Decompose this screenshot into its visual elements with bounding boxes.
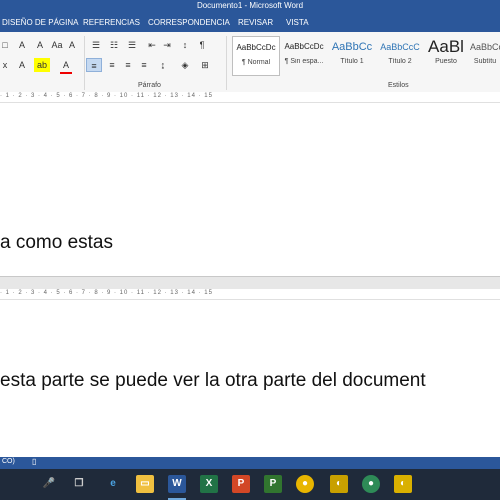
numbering-icon[interactable]: ☷: [106, 38, 122, 52]
record-macro-icon[interactable]: ▯: [32, 457, 36, 466]
ruler-marks: · 1 · 2 · 3 · 4 · 5 · 6 · 7 · 8 · 9 · 10…: [0, 93, 213, 99]
powerpoint-icon[interactable]: P: [232, 475, 250, 493]
file-explorer-icon[interactable]: ▭: [136, 475, 154, 493]
tab-referencias[interactable]: REFERENCIAS: [83, 18, 140, 27]
text-effects-icon[interactable]: A: [16, 58, 28, 72]
style-titulo-1[interactable]: AaBbCc Título 1: [328, 36, 376, 76]
ruler-marks: · 1 · 2 · 3 · 4 · 5 · 6 · 7 · 8 · 9 · 10…: [0, 290, 213, 296]
align-left-icon[interactable]: ≡: [86, 58, 102, 72]
word-icon[interactable]: W: [168, 475, 186, 493]
style-name: Título 1: [340, 58, 364, 65]
styles-group-label: Estilos: [388, 82, 409, 89]
ribbon: □ A A Aa A x A ab A ☰ ☷ ☰ ⇤ ⇥ ↕ ¶ ≡ ≡ ≡ …: [0, 32, 500, 93]
align-center-icon[interactable]: ≡: [104, 58, 120, 72]
divider: [84, 36, 85, 90]
shading-icon[interactable]: ◈: [178, 58, 192, 72]
horizontal-ruler-split: · 1 · 2 · 3 · 4 · 5 · 6 · 7 · 8 · 9 · 10…: [0, 289, 500, 300]
chrome-icon[interactable]: ●: [296, 475, 314, 493]
title-bar: Documento1 - Microsoft Word: [0, 0, 500, 14]
document-line: a como estas: [0, 232, 113, 253]
tab-correspondencia[interactable]: CORRESPONDENCIA: [148, 18, 230, 27]
status-bar: CO) ▯: [0, 457, 500, 469]
tab-diseno-pagina[interactable]: DISEÑO DE PÁGINA: [2, 18, 78, 27]
style-titulo-2[interactable]: AaBbCcC Título 2: [376, 36, 424, 76]
shrink-font-icon[interactable]: A: [16, 38, 28, 52]
excel-icon[interactable]: X: [200, 475, 218, 493]
highlight-icon[interactable]: ab: [34, 58, 50, 72]
grow-font-icon[interactable]: A: [34, 38, 46, 52]
edge-icon[interactable]: e: [104, 475, 122, 493]
tab-vista[interactable]: VISTA: [286, 18, 309, 27]
style-sin-espaciado[interactable]: AaBbCcDc ¶ Sin espa...: [280, 36, 328, 76]
app-icon[interactable]: ◐: [330, 475, 348, 493]
font-color-icon[interactable]: A: [60, 58, 72, 74]
task-view-icon[interactable]: ❐: [70, 475, 88, 493]
document-line: esta parte se puede ver la otra parte de…: [0, 370, 426, 391]
increase-indent-icon[interactable]: ⇥: [160, 38, 174, 52]
pilcrow-icon[interactable]: ¶: [196, 38, 208, 52]
bullet-icon[interactable]: □: [0, 38, 10, 52]
taskbar: 🎤 ❐ e ▭ W X P P ● ◐ ● ◐: [0, 469, 500, 500]
justify-icon[interactable]: ≡: [136, 58, 152, 72]
style-subtitulo[interactable]: AaBbCcD Subtítu: [470, 36, 500, 76]
change-case-icon[interactable]: Aa: [50, 38, 64, 52]
style-name: ¶ Normal: [241, 59, 271, 66]
style-name: ¶ Sin espa...: [284, 58, 324, 65]
chrome-icon[interactable]: ●: [362, 475, 380, 493]
style-name: Puesto: [435, 58, 457, 65]
microphone-icon[interactable]: 🎤: [40, 475, 58, 493]
align-right-icon[interactable]: ≡: [120, 58, 136, 72]
line-spacing-icon[interactable]: ↨: [156, 58, 170, 72]
style-preview: AaBbCcDc: [236, 43, 276, 52]
style-name: Subtítu: [473, 58, 497, 65]
style-preview: AaBbCc: [331, 41, 373, 53]
divider: [226, 36, 227, 90]
decrease-indent-icon[interactable]: ⇤: [145, 38, 159, 52]
horizontal-ruler: · 1 · 2 · 3 · 4 · 5 · 6 · 7 · 8 · 9 · 10…: [0, 92, 500, 103]
style-puesto[interactable]: AaBl Puesto: [422, 36, 470, 76]
ribbon-tabs: DISEÑO DE PÁGINA REFERENCIAS CORRESPONDE…: [0, 14, 500, 32]
document-pane-bottom[interactable]: esta parte se puede ver la otra parte de…: [0, 300, 500, 457]
style-normal[interactable]: AaBbCcDc ¶ Normal: [232, 36, 280, 76]
app-icon[interactable]: ◐: [394, 475, 412, 493]
superscript-icon[interactable]: x: [0, 58, 10, 72]
style-preview: AaBl: [428, 37, 464, 56]
clear-format-icon[interactable]: A: [66, 38, 78, 52]
style-preview: AaBbCcC: [380, 42, 420, 52]
multilevel-list-icon[interactable]: ☰: [124, 38, 140, 52]
paragraph-group-label: Párrafo: [138, 82, 161, 89]
tab-revisar[interactable]: REVISAR: [238, 18, 273, 27]
sort-icon[interactable]: ↕: [178, 38, 192, 52]
document-pane-top[interactable]: a como estas: [0, 104, 500, 274]
style-preview: AaBbCcD: [470, 42, 500, 52]
style-name: Título 2: [388, 58, 412, 65]
publisher-icon[interactable]: P: [264, 475, 282, 493]
window-title: Documento1 - Microsoft Word: [196, 1, 304, 10]
bullets-icon[interactable]: ☰: [88, 38, 104, 52]
language-status[interactable]: CO): [2, 458, 15, 465]
borders-icon[interactable]: ⊞: [198, 58, 212, 72]
style-preview: AaBbCcDc: [284, 42, 324, 51]
